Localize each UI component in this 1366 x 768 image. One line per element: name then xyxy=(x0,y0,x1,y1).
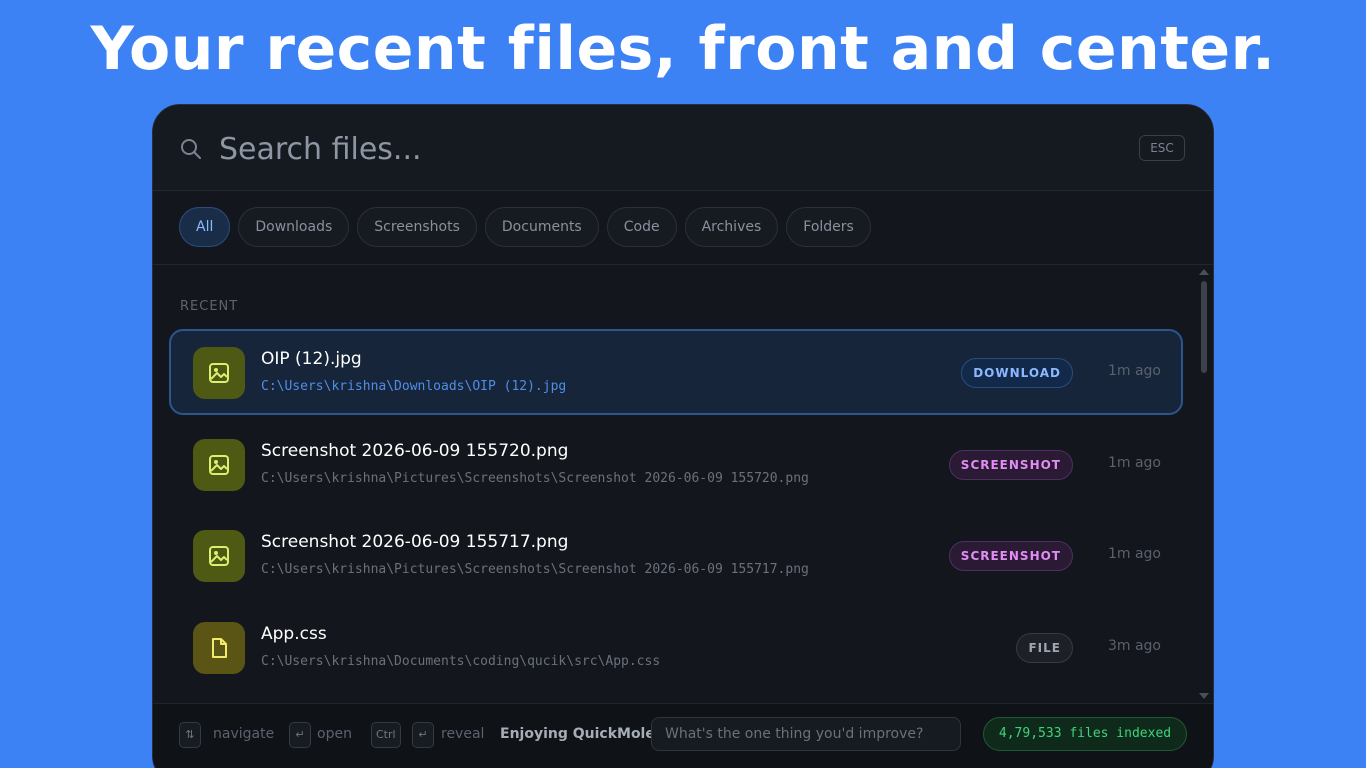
divider xyxy=(153,264,1213,265)
file-path: C:\Users\krishna\Pictures\Screenshots\Sc… xyxy=(261,562,809,577)
open-hint: open xyxy=(317,726,352,742)
scroll-up-arrow-icon[interactable] xyxy=(1199,269,1209,275)
file-name: App.css xyxy=(261,623,327,644)
file-list: OIP (12).jpg C:\Users\krishna\Downloads\… xyxy=(169,329,1183,695)
file-row[interactable]: App.css C:\Users\krishna\Documents\codin… xyxy=(169,604,1183,690)
scroll-down-arrow-icon[interactable] xyxy=(1199,693,1209,699)
scrollbar[interactable] xyxy=(1199,269,1209,699)
file-icon xyxy=(193,621,245,674)
scroll-thumb[interactable] xyxy=(1201,281,1207,373)
file-row[interactable]: Screenshot 2026-06-09 155720.png C:\User… xyxy=(169,421,1183,507)
ctrl-key: Ctrl xyxy=(371,722,401,748)
quickmole-window: ESC All Downloads Screenshots Documents … xyxy=(152,104,1214,768)
footer-bar: ⇅ navigate ↵ open Ctrl ↵ reveal Enjoying… xyxy=(153,703,1213,768)
file-path: C:\Users\krishna\Documents\coding\qucik\… xyxy=(261,653,661,669)
filter-chip-archives[interactable]: Archives xyxy=(684,207,779,247)
modified-time: 1m ago xyxy=(1107,546,1161,562)
filter-chip-all[interactable]: All xyxy=(179,207,231,247)
modified-time: 1m ago xyxy=(1107,454,1161,471)
type-badge: SCREENSHOT xyxy=(948,449,1073,480)
reveal-key: ↵ xyxy=(412,722,434,748)
search-input[interactable] xyxy=(219,129,1019,169)
filter-chips: All Downloads Screenshots Documents Code… xyxy=(179,207,871,249)
file-path: C:\Users\krishna\Downloads\OIP (12).jpg xyxy=(261,379,567,394)
esc-key[interactable]: ESC xyxy=(1139,135,1185,161)
filter-chip-downloads[interactable]: Downloads xyxy=(238,207,350,247)
file-row[interactable]: Screenshot 2026-06-09 155717.png C:\User… xyxy=(169,512,1183,598)
headline: Your recent files, front and center. xyxy=(90,14,1276,84)
modified-time: 1m ago xyxy=(1107,363,1161,379)
modified-time: 3m ago xyxy=(1107,637,1161,654)
image-icon xyxy=(193,438,245,491)
filter-chip-screenshots[interactable]: Screenshots xyxy=(357,207,477,247)
open-key: ↵ xyxy=(289,722,311,748)
navigate-key: ⇅ xyxy=(179,722,201,748)
file-path: C:\Users\krishna\Pictures\Screenshots\Sc… xyxy=(261,470,809,486)
search-bar: ESC xyxy=(153,105,1213,191)
type-badge: SCREENSHOT xyxy=(948,541,1073,571)
search-icon xyxy=(181,139,201,159)
section-label-recent: RECENT xyxy=(180,299,239,314)
filter-chip-folders[interactable]: Folders xyxy=(786,207,871,247)
file-name: OIP (12).jpg xyxy=(261,349,362,369)
filter-chip-documents[interactable]: Documents xyxy=(484,207,599,247)
indexed-count-badge: 4,79,533 files indexed xyxy=(983,717,1187,751)
type-badge: FILE xyxy=(1016,632,1073,663)
file-name: Screenshot 2026-06-09 155717.png xyxy=(261,532,569,552)
filter-chip-code[interactable]: Code xyxy=(606,207,677,247)
enjoy-prompt: Enjoying QuickMole? xyxy=(500,726,663,742)
reveal-hint: reveal xyxy=(441,726,485,742)
image-icon xyxy=(193,347,245,399)
type-badge: DOWNLOAD xyxy=(961,358,1073,388)
file-name: Screenshot 2026-06-09 155720.png xyxy=(261,440,569,461)
file-row[interactable]: OIP (12).jpg C:\Users\krishna\Downloads\… xyxy=(169,329,1183,415)
feedback-input[interactable] xyxy=(651,717,961,751)
image-icon xyxy=(193,530,245,582)
navigate-hint: navigate xyxy=(213,726,275,742)
